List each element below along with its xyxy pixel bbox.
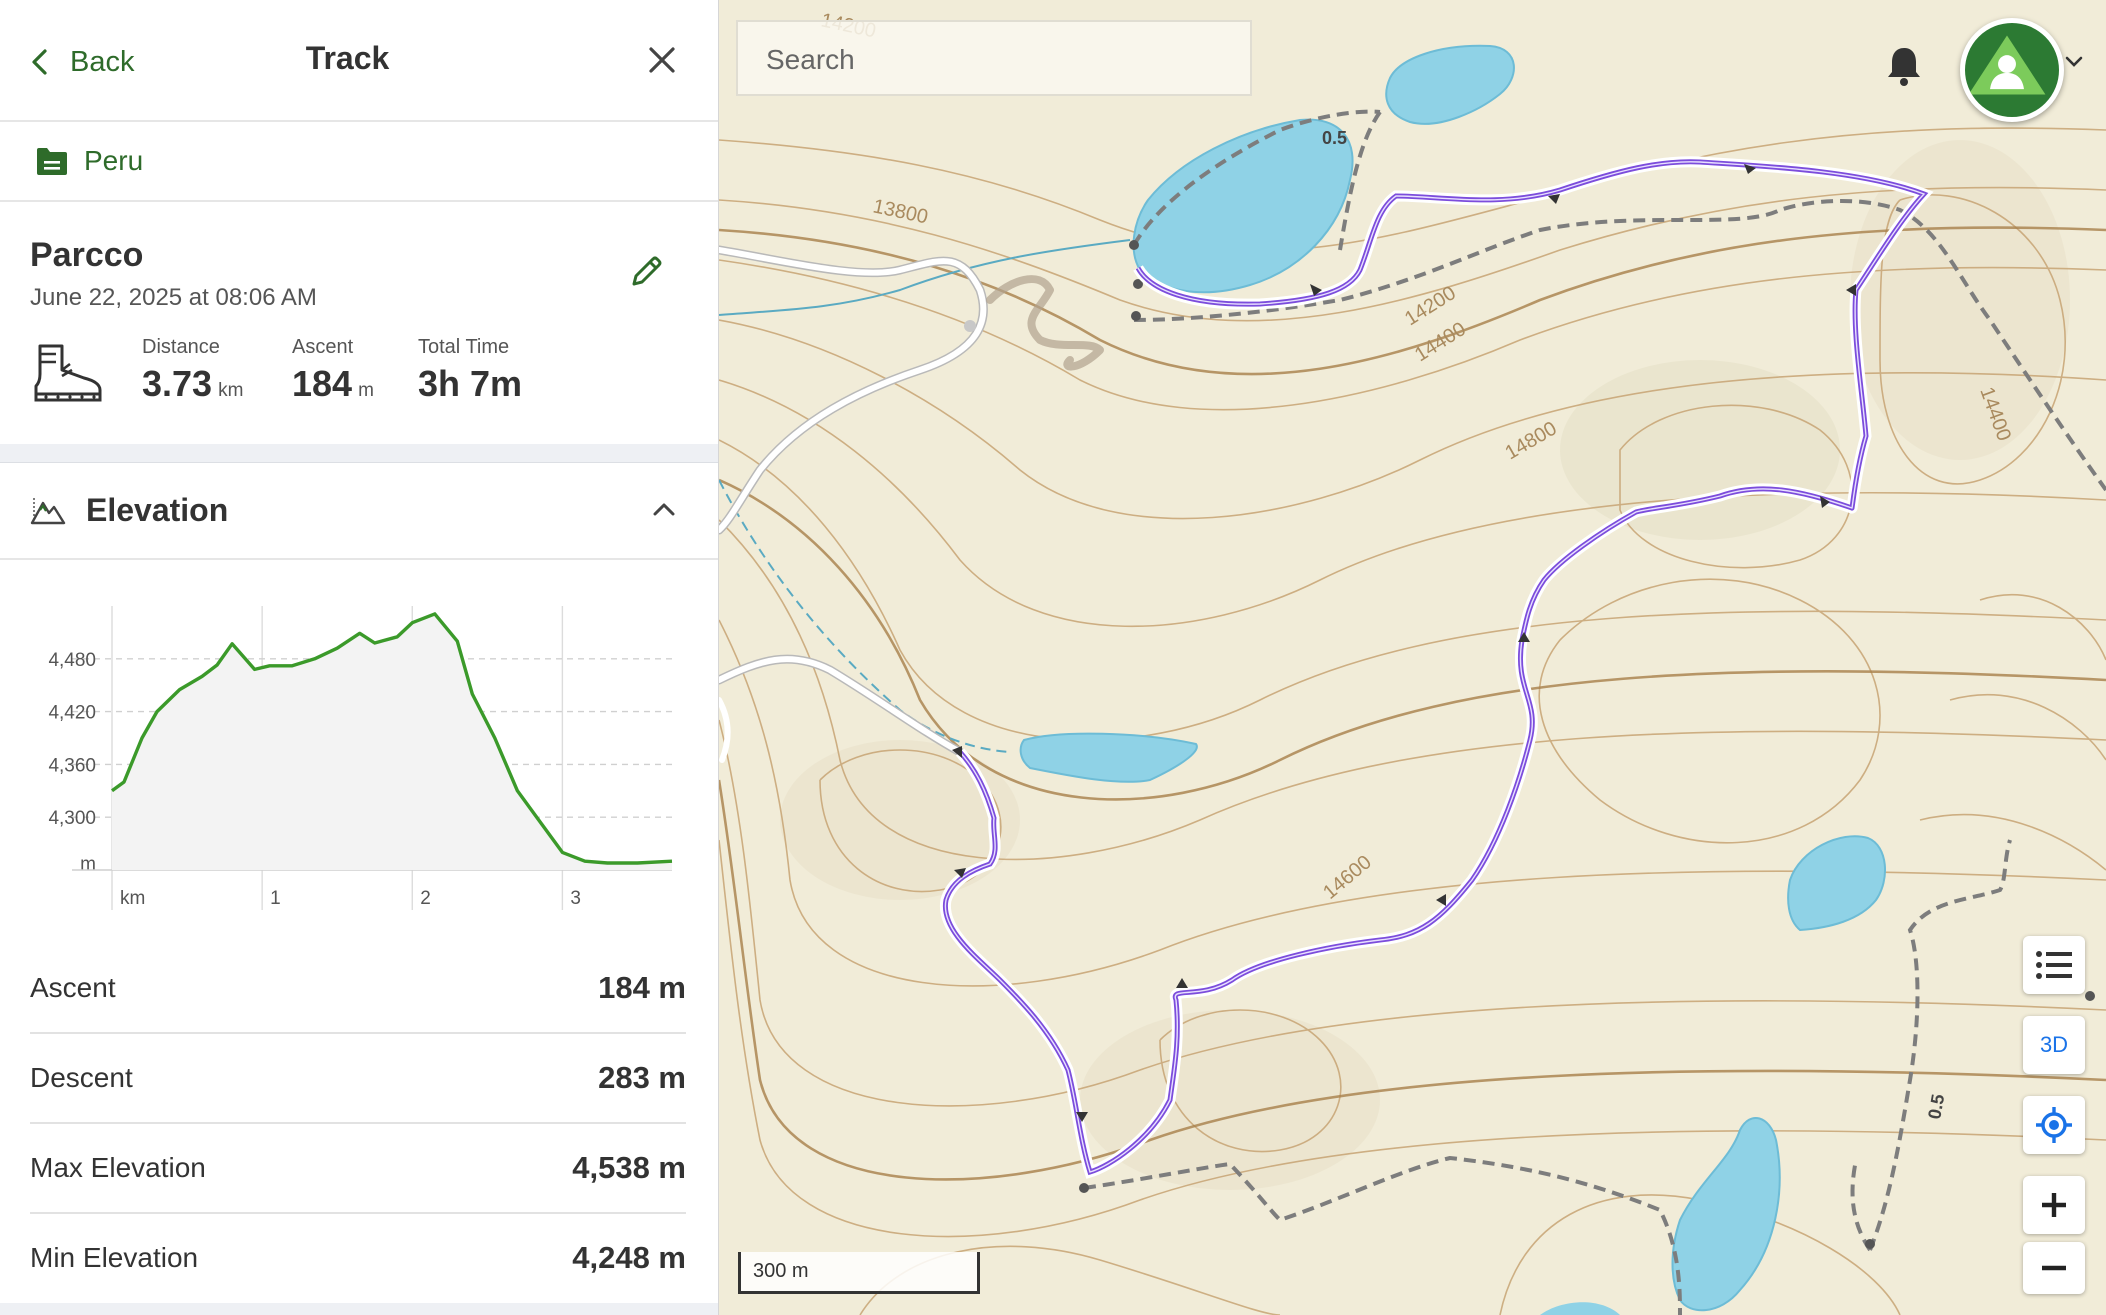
edit-pencil-icon[interactable]	[628, 254, 664, 290]
summary-value: 283 m	[598, 1060, 686, 1095]
locate-icon	[2036, 1107, 2072, 1143]
distance-value: 3.73	[142, 363, 213, 404]
summary-row-ascent: Ascent 184 m	[30, 944, 686, 1034]
track-panel: Back Track Peru Parcco June 22, 2025 at …	[0, 0, 719, 1315]
map-canvas[interactable]: 13800 14200 14400 14800 14600 14400 1420…	[719, 0, 2106, 1315]
list-view-button[interactable]	[2023, 936, 2085, 994]
mountain-icon	[30, 498, 66, 525]
stat-value: 184 m	[292, 363, 374, 405]
chevron-down-icon[interactable]	[2064, 54, 2084, 70]
y-tick-label: 4,420	[48, 703, 96, 724]
trail-mark: 0.5	[1322, 128, 1347, 148]
ascent-unit: m	[358, 380, 374, 401]
summary-row-min-elevation: Min Elevation 4,248 m	[30, 1214, 686, 1302]
x-tick-label: 2	[420, 888, 431, 909]
stat-ascent: Ascent 184 m	[292, 336, 374, 405]
stat-value: 3.73 km	[142, 363, 243, 405]
list-icon	[2036, 951, 2072, 979]
summary-value: 184 m	[598, 970, 686, 1005]
zoom-out-button[interactable]	[2023, 1242, 2085, 1294]
panel-header: Back Track	[0, 0, 718, 122]
elevation-chart: km 1 2 3 4,480 4,420 4,360 4,300 m	[48, 606, 673, 910]
3d-toggle-button[interactable]: 3D	[2023, 1016, 2085, 1074]
stat-distance: Distance 3.73 km	[142, 336, 243, 405]
hiking-boot-icon	[34, 344, 102, 402]
stat-value: 3h 7m	[418, 363, 522, 405]
elevation-area	[112, 613, 672, 870]
elevation-title: Elevation	[86, 492, 229, 528]
distance-unit: km	[218, 380, 244, 401]
summary-value: 4,538 m	[572, 1150, 686, 1185]
summary-label: Ascent	[30, 972, 116, 1003]
search-input[interactable]: Search	[736, 20, 1252, 96]
avatar[interactable]	[1960, 18, 2064, 122]
section-divider	[0, 1303, 718, 1315]
y-tick-label: 4,300	[48, 808, 96, 829]
stat-total-time: Total Time 3h 7m	[418, 336, 522, 405]
minus-icon	[2042, 1265, 2066, 1271]
track-name: Parcco	[30, 236, 144, 274]
x-tick-label: 1	[270, 888, 281, 909]
trail-mark: 0.5	[1924, 1093, 1948, 1121]
stat-label: Total Time	[418, 336, 510, 358]
topo-map[interactable]: 13800 14200 14400 14800 14600 14400 1420…	[719, 0, 2106, 1315]
plus-icon	[2042, 1193, 2066, 1217]
locate-me-button[interactable]	[2023, 1096, 2085, 1154]
panel-title: Track	[305, 40, 390, 76]
y-tick-label: 4,360	[48, 755, 96, 776]
close-icon[interactable]	[646, 44, 678, 76]
x-tick-label: km	[120, 888, 145, 909]
folder-icon	[37, 148, 67, 175]
summary-label: Max Elevation	[30, 1152, 206, 1183]
folder-link[interactable]: Peru	[0, 122, 718, 202]
folder-name: Peru	[84, 145, 144, 176]
summary-value: 4,248 m	[572, 1240, 686, 1275]
x-tick-label: 3	[570, 888, 581, 909]
map-scale-bar: 300 m	[738, 1252, 980, 1294]
summary-label: Descent	[30, 1062, 133, 1093]
summary-row-max-elevation: Max Elevation 4,538 m	[30, 1124, 686, 1214]
zoom-in-button[interactable]	[2023, 1176, 2085, 1234]
chevron-up-icon[interactable]	[650, 498, 678, 522]
stat-label: Distance	[142, 336, 220, 358]
summary-row-descent: Descent 283 m	[30, 1034, 686, 1124]
ascent-value: 184	[292, 363, 353, 404]
track-date: June 22, 2025 at 08:06 AM	[30, 284, 317, 311]
stat-label: Ascent	[292, 336, 354, 358]
elevation-section-header[interactable]: Elevation	[0, 462, 718, 560]
summary-label: Min Elevation	[30, 1242, 199, 1273]
bell-icon[interactable]	[1880, 42, 1928, 90]
section-divider	[0, 444, 718, 463]
y-tick-label: 4,480	[48, 650, 96, 671]
mountain-user-icon	[1968, 35, 2046, 95]
total-time-value: 3h 7m	[418, 363, 523, 404]
y-unit-label: m	[80, 854, 96, 875]
